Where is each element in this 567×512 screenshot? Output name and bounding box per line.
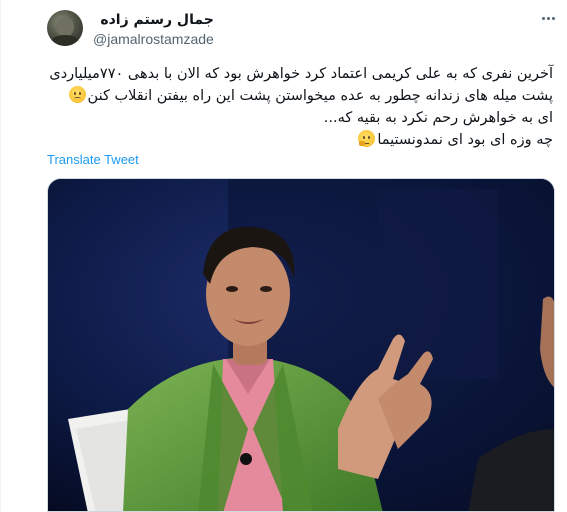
avatar-face	[56, 17, 74, 37]
tweet-line-2: پشت میله های زندانه چطور به عده میخواستن…	[47, 85, 553, 107]
more-horizontal-icon-dot	[546, 16, 550, 20]
user-handle[interactable]: @jamalrostamzade	[93, 30, 214, 48]
photo-illustration	[48, 179, 554, 511]
display-name[interactable]: جمال رستم زاده	[93, 11, 213, 29]
tweet-text: آخرین نفری که به علی کریمی اعتماد کرد خو…	[47, 63, 553, 151]
tweet-line: ای به خواهرش رحم نکرد به بقیه که...	[323, 110, 553, 126]
tweet-line-text: چه وزه ای بود ای نمدونستیما	[377, 132, 553, 148]
avatar[interactable]	[47, 10, 83, 46]
translate-tweet-link[interactable]: Translate Tweet	[47, 152, 139, 167]
tweet-card: جمال رستم زاده @jamalrostamzade آخرین نف…	[0, 0, 567, 512]
worried-face-icon	[68, 86, 86, 103]
tweet-photo[interactable]	[47, 178, 555, 512]
tweet-line-4: چه وزه ای بود ای نمدونستیما	[47, 129, 553, 151]
avatar-shoulders	[50, 35, 80, 46]
more-horizontal-icon-dot	[551, 16, 555, 20]
author-info[interactable]: جمال رستم زاده @jamalrostamzade	[93, 11, 214, 48]
more-horizontal-icon	[541, 16, 545, 20]
tweet-line: آخرین نفری که به علی کریمی اعتماد کرد خو…	[49, 66, 553, 82]
tweet-line-text: پشت میله های زندانه چطور به عده میخواستن…	[87, 88, 553, 104]
thinking-face-icon	[358, 130, 376, 147]
more-options-button[interactable]	[537, 9, 559, 27]
